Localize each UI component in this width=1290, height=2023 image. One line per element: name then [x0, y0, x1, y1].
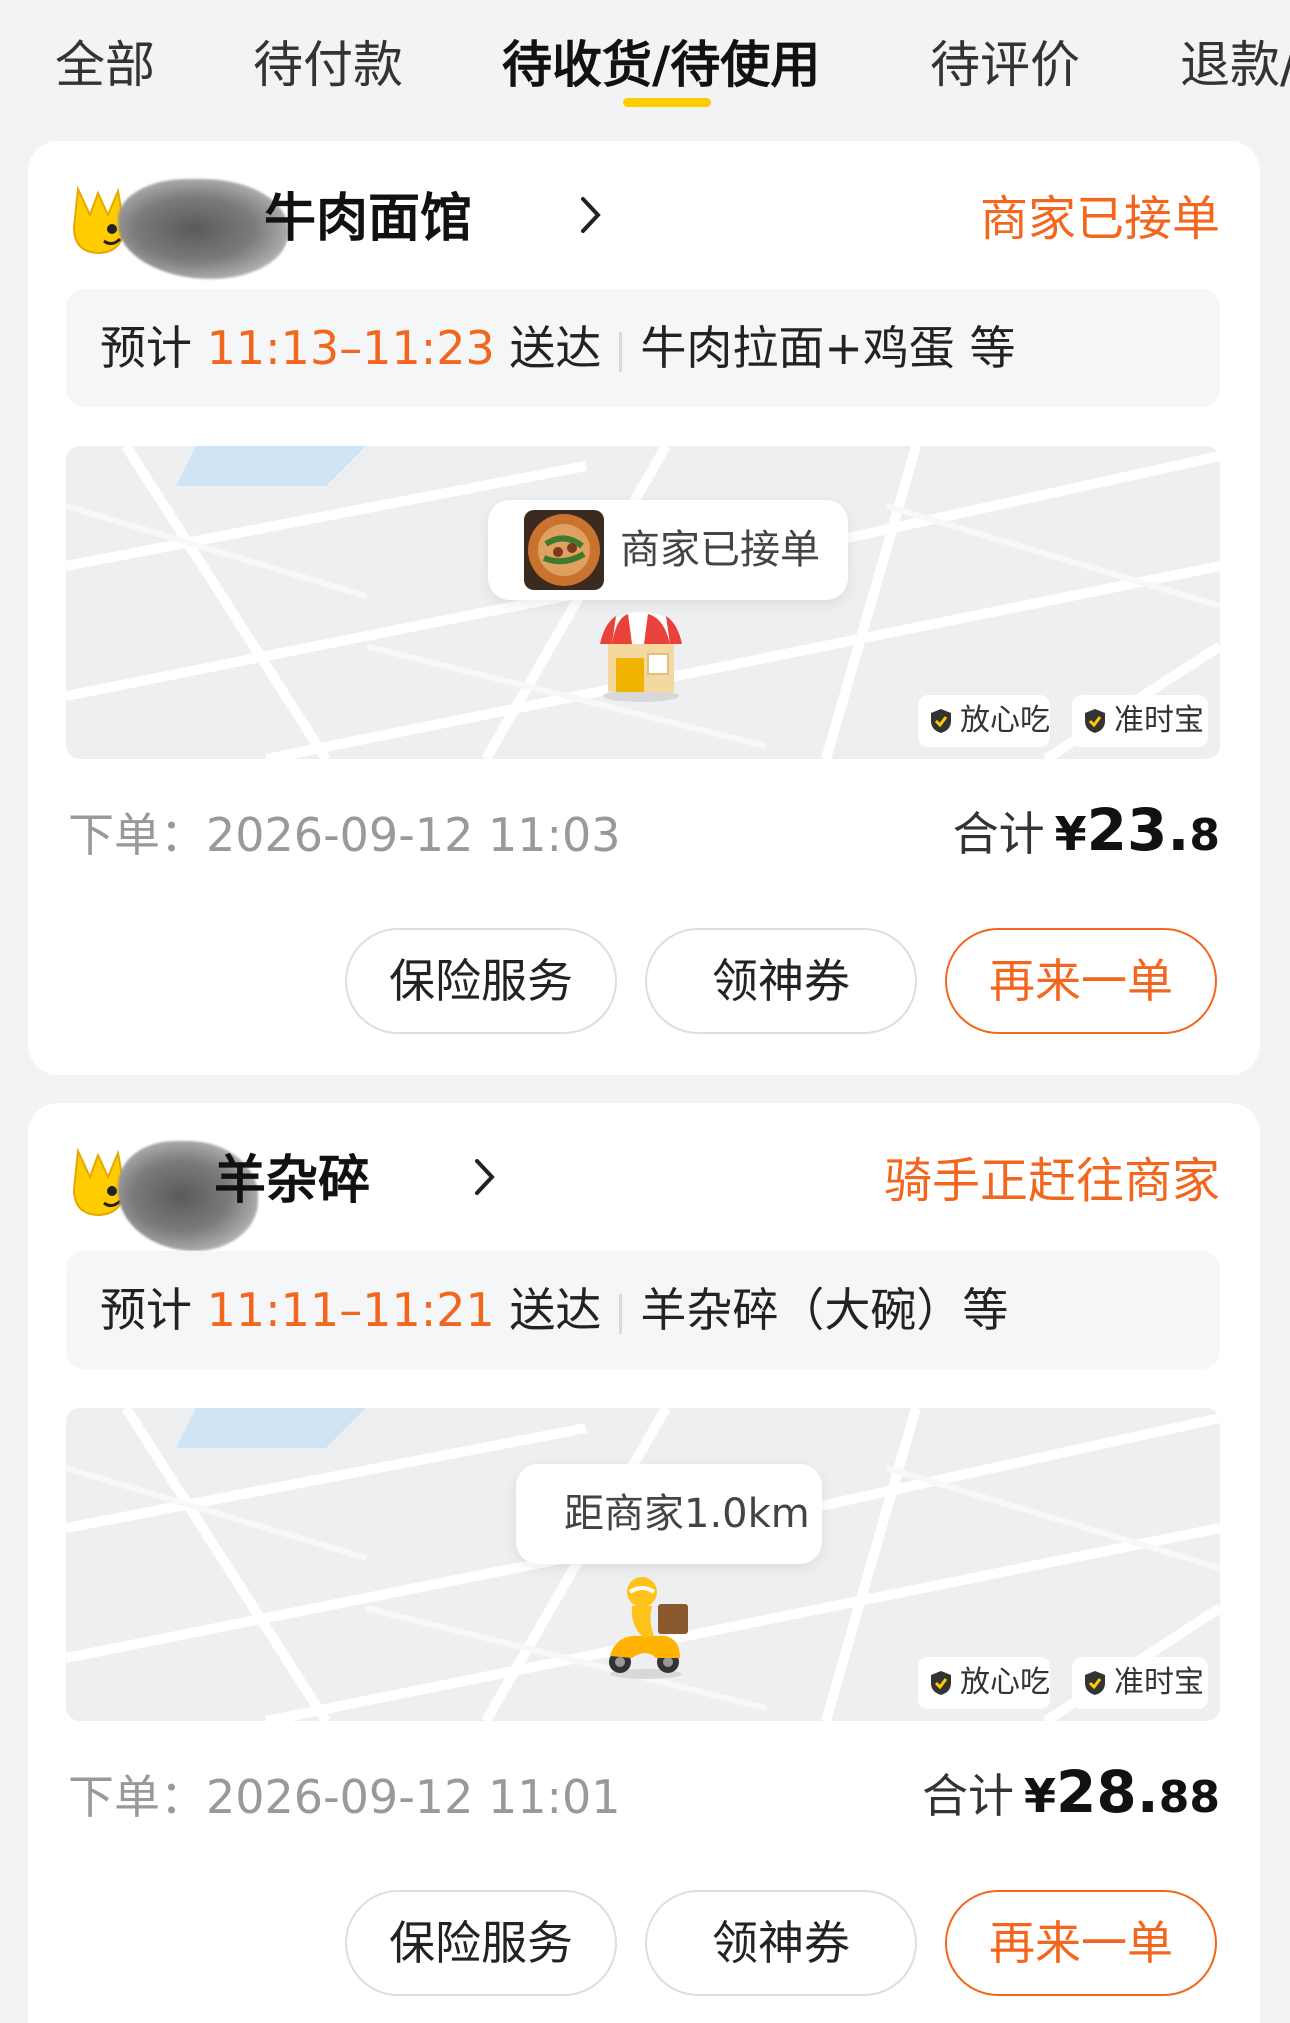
eta-prefix: 预计 — [100, 321, 192, 375]
eta-time: 11:11–11:21 — [206, 1283, 495, 1337]
coupon-button[interactable]: 领神券 — [645, 1890, 917, 1996]
badge-safe-food: 放心吃 — [918, 695, 1050, 747]
map-bubble-text: 商家已接单 — [620, 527, 820, 573]
total-amount-decimal: 88 — [1158, 1772, 1220, 1823]
total-label: 合计 — [952, 807, 1045, 861]
eta-time: 11:13–11:23 — [206, 321, 495, 375]
tab-pending-payment[interactable]: 待付款 — [253, 30, 403, 100]
order-status: 商家已接单 — [979, 191, 1220, 247]
tab-all[interactable]: 全部 — [55, 30, 155, 100]
total-currency: ¥ — [1024, 1769, 1057, 1823]
eta-summary[interactable]: 预计 11:11–11:21 送达 羊杂碎（大碗）等 — [66, 1251, 1220, 1369]
reorder-button[interactable]: 再来一单 — [945, 928, 1217, 1034]
active-tab-indicator — [623, 98, 711, 107]
shield-check-icon — [931, 709, 951, 733]
eta-suffix: 送达 — [509, 1283, 602, 1337]
order-items: 羊杂碎（大碗）等 — [640, 1283, 1009, 1337]
shop-header[interactable]: 羊杂碎 骑手正赶往商家 — [68, 1141, 1220, 1251]
order-card[interactable]: 羊杂碎 骑手正赶往商家 预计 11:11–11:21 送达 羊杂碎（大碗）等 距商… — [28, 1103, 1260, 2023]
chevron-right-icon — [581, 197, 601, 233]
divider — [619, 1293, 623, 1334]
tab-pending-review[interactable]: 待评价 — [930, 30, 1080, 100]
shop-name: 羊杂碎 — [214, 1151, 371, 1211]
order-time: 下单：2026-09-12 11:01 — [68, 1770, 621, 1824]
reorder-button[interactable]: 再来一单 — [945, 1890, 1217, 1996]
badge-safe-food: 放心吃 — [918, 1657, 1050, 1709]
badge-on-time: 准时宝 — [1072, 1657, 1208, 1709]
order-items: 牛肉拉面+鸡蛋 等 — [640, 321, 1016, 375]
map-bubble-text: 距商家1.0km — [564, 1491, 810, 1537]
shop-icon — [600, 612, 682, 702]
tab-refund[interactable]: 退款/ — [1180, 30, 1290, 100]
guarantee-badges: 放心吃 准时宝 — [918, 1657, 1208, 1709]
order-time: 下单：2026-09-12 11:03 — [68, 808, 621, 862]
chevron-right-icon — [475, 1159, 495, 1195]
total-currency: ¥ — [1054, 807, 1087, 861]
total-amount-decimal: 8 — [1189, 810, 1220, 861]
redacted-area — [118, 179, 288, 279]
rider-icon — [609, 1577, 688, 1679]
shield-check-icon — [931, 1671, 951, 1695]
order-total: 合计 ¥23.8 — [953, 793, 1220, 882]
map-status-bubble: 商家已接单 — [488, 500, 848, 600]
order-total: 合计 ¥28.88 — [922, 1755, 1220, 1844]
total-amount-integer: 28. — [1056, 1758, 1159, 1826]
order-card[interactable]: 牛肉面馆 商家已接单 预计 11:13–11:23 送达 牛肉拉面+鸡蛋 等 商… — [28, 141, 1260, 1075]
guarantee-badges: 放心吃 准时宝 — [918, 695, 1208, 747]
tab-pending-delivery[interactable]: 待收货/待使用 — [502, 30, 820, 100]
insurance-button[interactable]: 保险服务 — [345, 1890, 617, 1996]
order-tabs: 全部 待付款 待收货/待使用 待评价 退款/ — [0, 0, 1290, 120]
shield-check-icon — [1085, 709, 1105, 733]
eta-summary[interactable]: 预计 11:13–11:23 送达 牛肉拉面+鸡蛋 等 — [66, 289, 1220, 407]
delivery-map[interactable]: 商家已接单 放心吃 准时宝 — [66, 446, 1220, 759]
eta-suffix: 送达 — [509, 321, 602, 375]
shield-check-icon — [1085, 1671, 1105, 1695]
shop-header[interactable]: 牛肉面馆 商家已接单 — [68, 179, 1220, 279]
food-thumbnail — [524, 510, 604, 590]
total-amount-integer: 23. — [1086, 796, 1190, 864]
coupon-button[interactable]: 领神券 — [645, 928, 917, 1034]
badge-on-time: 准时宝 — [1072, 695, 1208, 747]
delivery-map[interactable]: 距商家1.0km 放心吃 准时宝 — [66, 1408, 1220, 1721]
total-label: 合计 — [922, 1769, 1014, 1823]
map-status-bubble: 距商家1.0km — [516, 1464, 822, 1564]
divider — [619, 331, 623, 372]
insurance-button[interactable]: 保险服务 — [345, 928, 617, 1034]
shop-name: 牛肉面馆 — [264, 189, 473, 249]
order-status: 骑手正赶往商家 — [883, 1153, 1220, 1209]
eta-prefix: 预计 — [100, 1283, 192, 1337]
